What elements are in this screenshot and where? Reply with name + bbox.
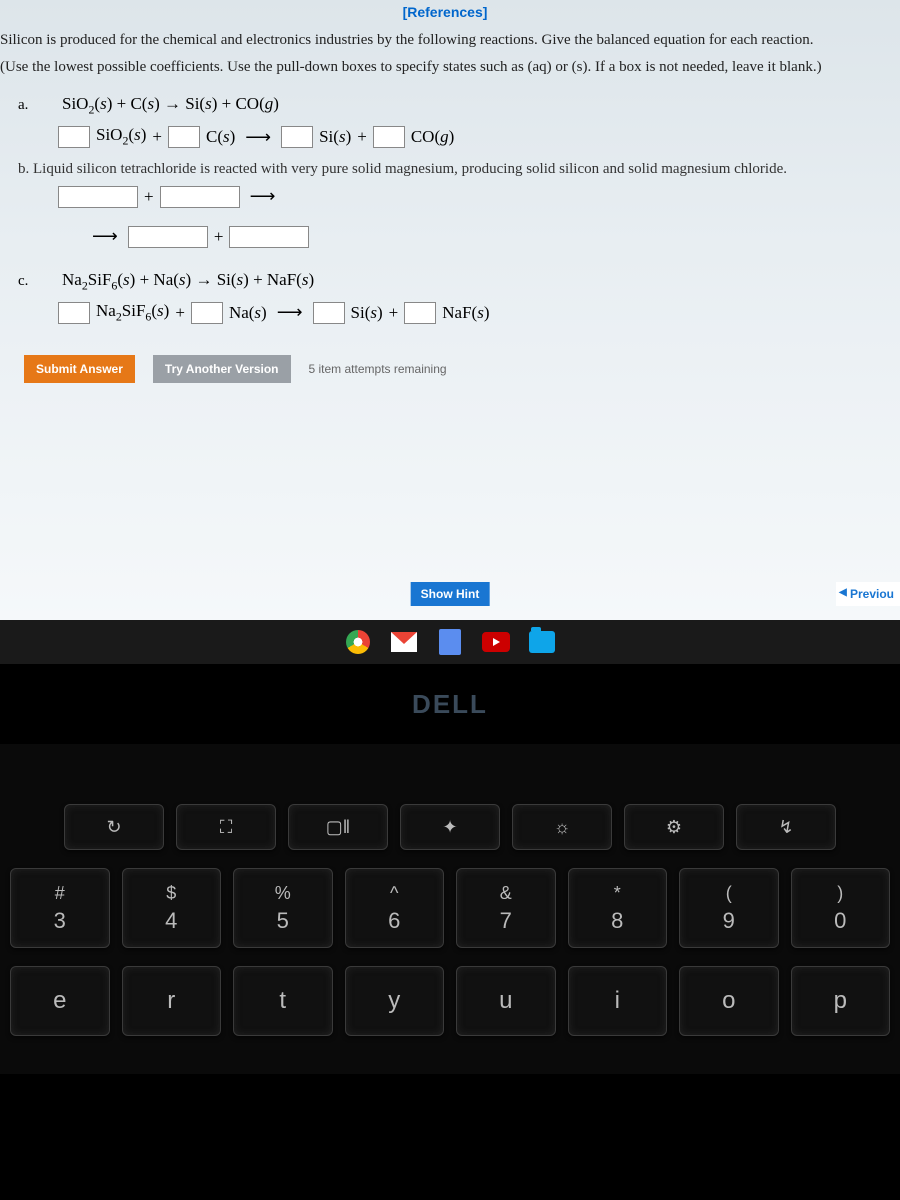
fn-key: ⚙ <box>624 804 724 850</box>
arrow-icon: ⟶ <box>246 186 280 207</box>
letter-key-y: y <box>345 966 445 1036</box>
arrow-icon: ⟶ <box>241 127 275 148</box>
instruction-text: (Use the lowest possible coefficients. U… <box>0 59 890 86</box>
number-key-9: (9 <box>679 868 779 948</box>
references-link[interactable]: [References] <box>0 0 890 20</box>
arrow-icon: ⟶ <box>88 226 122 247</box>
letter-key-e: e <box>10 966 110 1036</box>
letter-key-p: p <box>791 966 891 1036</box>
answer-row-b1: + ⟶ <box>58 186 890 208</box>
given-eq-a: SiO2(s) + C(s) → Si(s) + CO(g) <box>62 94 279 117</box>
intro-text: Silicon is produced for the chemical and… <box>0 20 890 59</box>
letter-key-r: r <box>122 966 222 1036</box>
coef-a4[interactable] <box>373 126 405 148</box>
number-key-8: *8 <box>568 868 668 948</box>
number-key-3: #3 <box>10 868 110 948</box>
fn-key: ↻ <box>64 804 164 850</box>
coef-c2[interactable] <box>191 302 223 324</box>
species-b1[interactable] <box>58 186 138 208</box>
number-key-7: &7 <box>456 868 556 948</box>
given-eq-c: Na2SiF6(s) + Na(s) → Si(s) + NaF(s) <box>62 270 314 293</box>
question-b-text: b. Liquid silicon tetrachloride is react… <box>18 161 890 178</box>
label-c: c. <box>18 273 58 290</box>
number-key-4: $4 <box>122 868 222 948</box>
chrome-icon[interactable] <box>344 628 372 656</box>
number-key-5: %5 <box>233 868 333 948</box>
fn-key: ⛶ <box>176 804 276 850</box>
species-b2[interactable] <box>160 186 240 208</box>
gmail-icon[interactable] <box>390 628 418 656</box>
attempts-remaining: 5 item attempts remaining <box>309 362 447 376</box>
answer-row-b2: ⟶ + <box>88 226 890 248</box>
number-key-0: )0 <box>791 868 891 948</box>
submit-button[interactable]: Submit Answer <box>24 355 135 383</box>
taskbar <box>0 620 900 664</box>
youtube-icon[interactable] <box>482 628 510 656</box>
species-b4[interactable] <box>229 226 309 248</box>
files-icon[interactable] <box>528 628 556 656</box>
letter-key-i: i <box>568 966 668 1036</box>
fn-key: ▢‖ <box>288 804 388 850</box>
answer-row-a: SiO2(s) + C(s) ⟶ Si(s) + CO(g) <box>58 125 890 148</box>
number-key-6: ^6 <box>345 868 445 948</box>
keyboard: ↻ ⛶ ▢‖ ✦ ☼ ⚙ ↯ #3$4%5^6&7*8(9)0 ertyuiop <box>0 744 900 1074</box>
species-b3[interactable] <box>128 226 208 248</box>
arrow-icon: ⟶ <box>273 302 307 323</box>
coef-a3[interactable] <box>281 126 313 148</box>
answer-row-c: Na2SiF6(s) + Na(s) ⟶ Si(s) + NaF(s) <box>58 301 890 324</box>
coef-c1[interactable] <box>58 302 90 324</box>
label-a: a. <box>18 97 58 114</box>
fn-key: ✦ <box>400 804 500 850</box>
question-a: a. SiO2(s) + C(s) → Si(s) + CO(g) SiO2(s… <box>18 94 890 149</box>
coef-c4[interactable] <box>404 302 436 324</box>
coef-c3[interactable] <box>313 302 345 324</box>
notes-icon[interactable] <box>436 628 464 656</box>
letter-key-u: u <box>456 966 556 1036</box>
dell-logo: DELL <box>412 689 488 720</box>
coef-a1[interactable] <box>58 126 90 148</box>
coef-a2[interactable] <box>168 126 200 148</box>
action-row: Submit Answer Try Another Version 5 item… <box>24 355 890 383</box>
question-c: c. Na2SiF6(s) + Na(s) → Si(s) + NaF(s) N… <box>18 270 890 325</box>
show-hint-button[interactable]: Show Hint <box>411 582 490 606</box>
fn-key: ☼ <box>512 804 612 850</box>
fn-key: ↯ <box>736 804 836 850</box>
try-another-button[interactable]: Try Another Version <box>153 355 291 383</box>
laptop-bezel: DELL <box>0 664 900 744</box>
previous-button[interactable]: Previou <box>836 582 900 606</box>
letter-key-t: t <box>233 966 333 1036</box>
letter-key-o: o <box>679 966 779 1036</box>
